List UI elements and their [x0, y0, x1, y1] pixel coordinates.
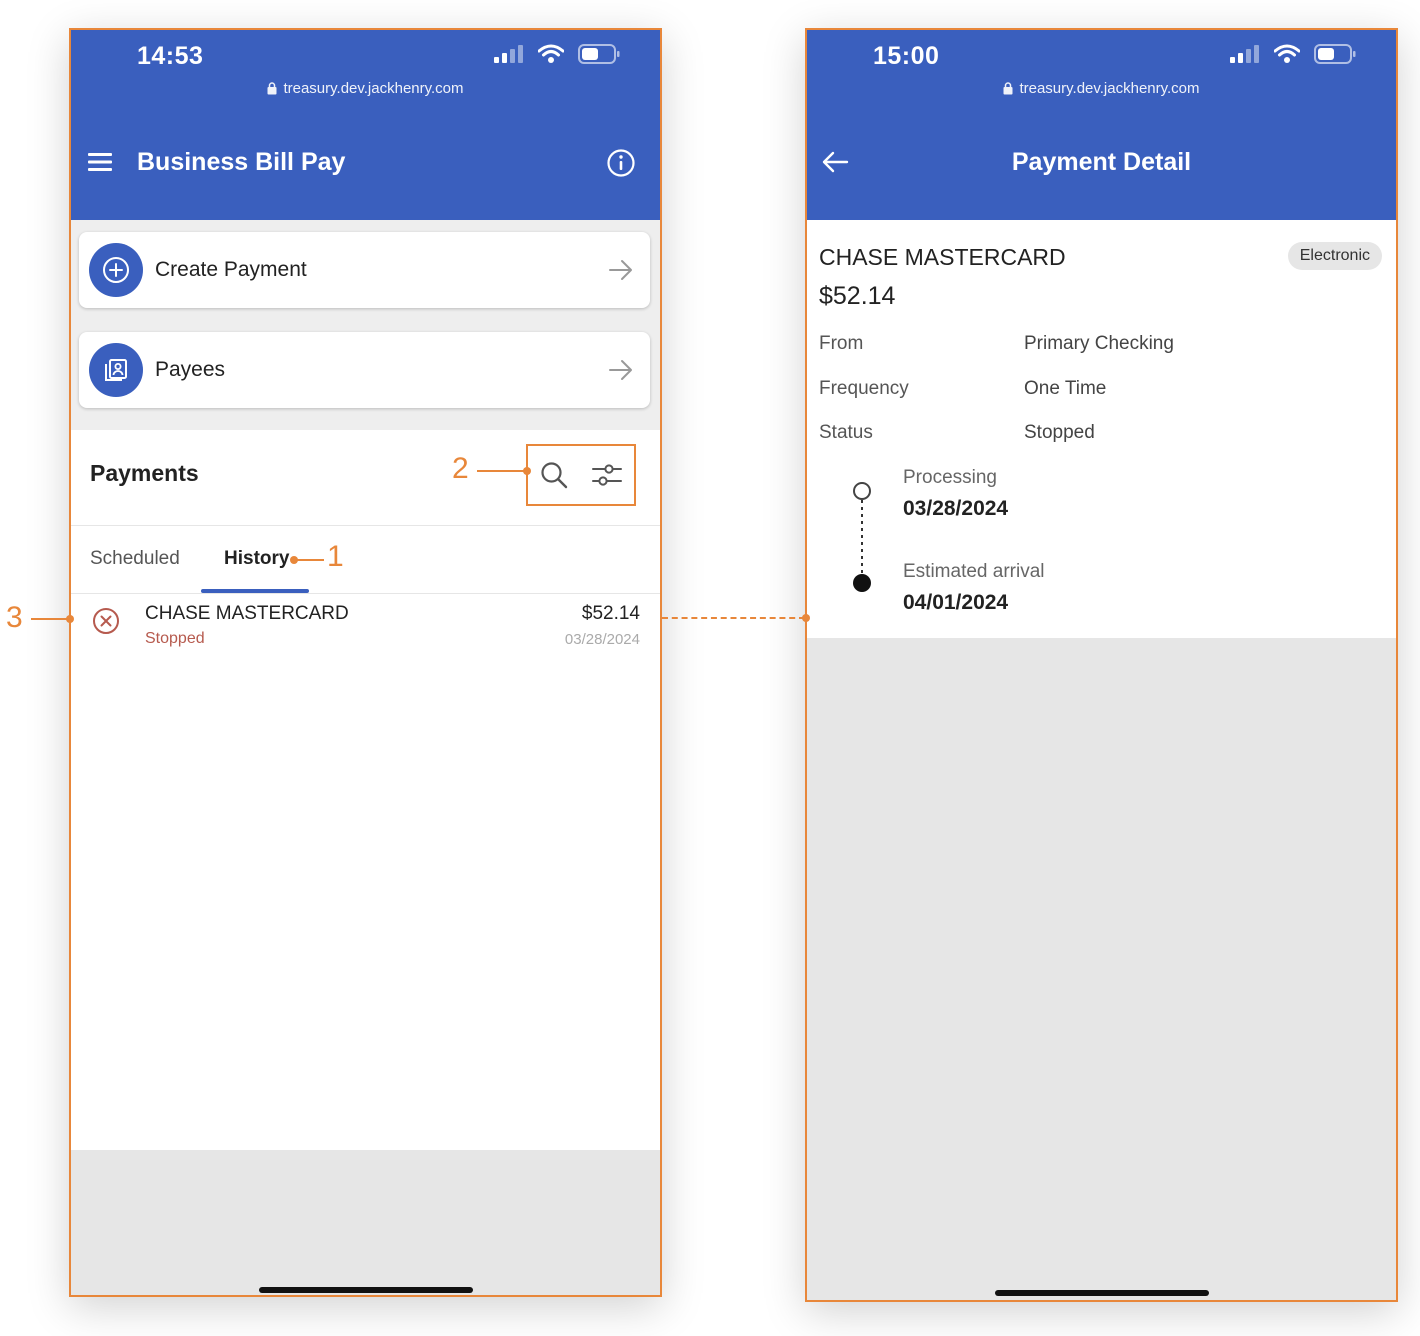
payment-date: 03/28/2024	[564, 631, 640, 648]
menu-icon[interactable]	[87, 152, 113, 172]
row-to-detail-connector	[662, 617, 805, 619]
arrow-right-icon	[609, 260, 632, 280]
section-divider	[71, 525, 660, 526]
page-title: Payment Detail	[1011, 148, 1192, 176]
actions-area: Create Payment Payees	[71, 220, 660, 430]
detail-value-from: Primary Checking	[1024, 333, 1174, 354]
connector-dot	[802, 614, 810, 622]
url-text: treasury.dev.jackhenry.com	[1019, 80, 1200, 97]
home-indicator	[994, 1290, 1209, 1296]
create-payment-circle	[89, 243, 143, 297]
stopped-status-icon	[93, 608, 119, 634]
bottom-area	[807, 638, 1396, 1300]
arrow-right-icon	[609, 360, 632, 380]
timeline-label-processing: Processing	[903, 467, 997, 488]
annotation-2-leader	[477, 470, 526, 472]
annotation-3-leader	[31, 618, 69, 620]
status-icons	[494, 44, 620, 64]
tab-history[interactable]: History	[224, 548, 289, 570]
payees-icon	[105, 359, 127, 381]
payees-button[interactable]: Payees	[79, 332, 650, 408]
battery-icon	[1314, 44, 1356, 64]
battery-icon	[578, 44, 620, 64]
signal-icon	[494, 45, 523, 63]
create-payment-button[interactable]: Create Payment	[79, 232, 650, 308]
app-bar: 14:53 treasury.dev.jackhenry.com Busines…	[71, 30, 660, 220]
signal-icon	[1230, 45, 1259, 63]
app-bar: 15:00 treasury.dev.jackhenry.com Payment…	[807, 30, 1396, 222]
payment-detail-card: CHASE MASTERCARD Electronic $52.14 From …	[807, 220, 1396, 638]
timeline-date-arrival: 04/01/2024	[903, 591, 1009, 614]
payments-title: Payments	[90, 460, 199, 486]
status-icons	[1230, 44, 1356, 64]
create-payment-label: Create Payment	[155, 258, 307, 281]
payment-tools	[526, 444, 636, 506]
table-row[interactable]: CHASE MASTERCARD Stopped $52.14 03/28/20…	[71, 594, 660, 656]
bill-pay-screen: 14:53 treasury.dev.jackhenry.com Busines…	[69, 28, 662, 1297]
payment-amount: $52.14	[581, 603, 640, 624]
url-bar[interactable]: treasury.dev.jackhenry.com	[807, 80, 1396, 97]
annotation-2: 2	[452, 452, 469, 485]
wifi-icon	[538, 44, 564, 63]
annotation-3: 3	[6, 601, 23, 634]
detail-value-frequency: One Time	[1024, 378, 1107, 399]
annotation-2-dot	[523, 467, 531, 475]
detail-key-from: From	[819, 333, 864, 354]
url-text: treasury.dev.jackhenry.com	[283, 80, 464, 97]
timeline-date-processing: 03/28/2024	[903, 497, 1009, 520]
search-icon[interactable]	[539, 460, 569, 490]
detail-key-status: Status	[819, 422, 873, 443]
status-time: 14:53	[137, 42, 204, 70]
lock-icon	[267, 82, 277, 95]
detail-payee: CHASE MASTERCARD	[819, 244, 1066, 270]
payment-method-badge: Electronic	[1287, 242, 1382, 270]
lock-icon	[1003, 82, 1013, 95]
wifi-icon	[1274, 44, 1300, 63]
page-title: Business Bill Pay	[137, 148, 346, 176]
bottom-area	[71, 1150, 660, 1295]
tab-scheduled[interactable]: Scheduled	[90, 548, 180, 570]
payment-detail-screen: 15:00 treasury.dev.jackhenry.com Payment…	[805, 28, 1398, 1302]
detail-value-status: Stopped	[1024, 422, 1095, 443]
home-indicator	[258, 1287, 473, 1293]
timeline-label-arrival: Estimated arrival	[903, 561, 1045, 582]
payee-name: CHASE MASTERCARD	[145, 603, 349, 624]
annotation-1-dot	[290, 556, 298, 564]
annotation-1-leader	[296, 559, 324, 561]
info-icon[interactable]	[606, 148, 636, 178]
payees-label: Payees	[155, 358, 226, 381]
timeline-graphic	[853, 482, 871, 592]
detail-key-frequency: Frequency	[819, 378, 909, 399]
filter-icon[interactable]	[591, 461, 623, 489]
status-time: 15:00	[873, 42, 940, 70]
annotation-1: 1	[327, 540, 344, 573]
annotation-3-dot	[66, 615, 74, 623]
add-circle-icon	[103, 257, 129, 283]
payment-status: Stopped	[145, 630, 205, 647]
payees-circle	[89, 343, 143, 397]
url-bar[interactable]: treasury.dev.jackhenry.com	[71, 80, 660, 97]
detail-amount: $52.14	[819, 282, 896, 310]
